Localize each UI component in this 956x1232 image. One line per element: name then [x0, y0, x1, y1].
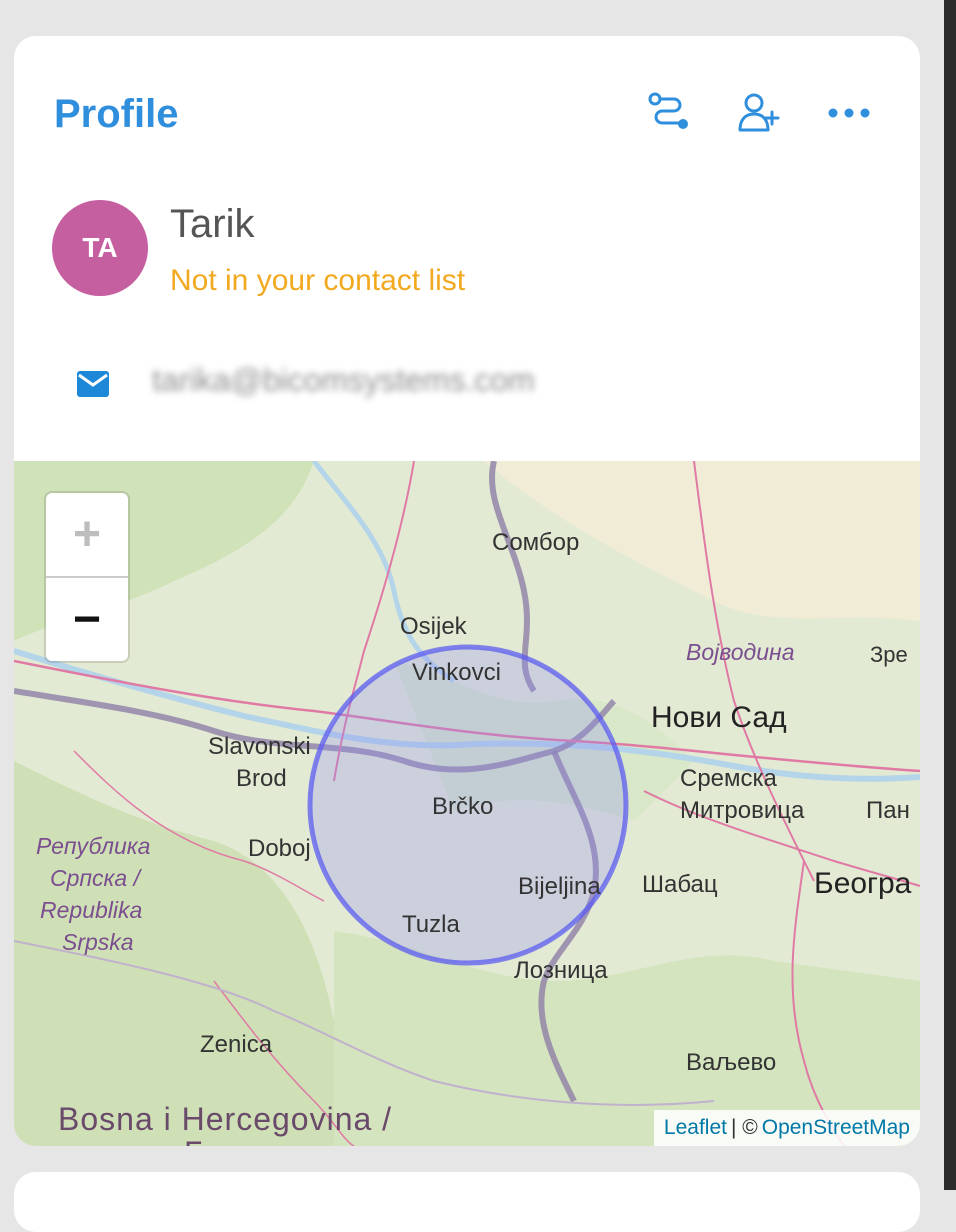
profile-toolbar — [644, 88, 874, 138]
map-label-republika-lat: Republika — [40, 897, 143, 923]
map-label-srpska-cyr: Српска / — [50, 865, 140, 891]
map-label-tuzla: Tuzla — [402, 911, 460, 938]
more-dots-icon — [828, 108, 870, 118]
map-label-valjevo: Ваљево — [686, 1049, 777, 1076]
map-label-bih-lat: Bosna i Hercegovina / — [58, 1101, 393, 1137]
map-label-srpska-lat: Srpska — [62, 929, 134, 955]
map-label-mitrovica: Митровица — [680, 797, 805, 824]
map-label-beograd: Београ — [814, 867, 912, 900]
email-icon — [76, 370, 110, 403]
map-label-osijek: Osijek — [400, 613, 467, 640]
map-label-brcko: Brčko — [432, 793, 494, 820]
route-button[interactable] — [644, 88, 694, 138]
route-icon — [648, 92, 688, 129]
map-label-vojvodina: Војводина — [686, 639, 795, 665]
map-label-zre: Зре — [870, 642, 908, 667]
attribution-separator: | © — [730, 1116, 758, 1139]
add-user-icon — [738, 93, 780, 132]
contact-name: Tarik — [170, 202, 255, 246]
map-label-doboj: Doboj — [248, 835, 311, 862]
map-attribution: Leaflet | © OpenStreetMap — [653, 1110, 920, 1146]
page-title: Profile — [54, 92, 179, 136]
map-label-pan: Пан — [866, 797, 910, 824]
map-label-zenica: Zenica — [200, 1031, 273, 1058]
contact-email[interactable]: tarika@bicomsystems.com — [152, 362, 535, 399]
leaflet-link[interactable]: Leaflet — [664, 1116, 727, 1140]
contact-status: Not in your contact list — [170, 264, 466, 297]
profile-card: Profile TA Tarik Not in your contact lis… — [14, 36, 920, 1146]
map-label-brod: Brod — [236, 765, 287, 792]
map-label-sombor: Сомбор — [492, 529, 580, 556]
map-label-republika-cyr: Република — [36, 833, 151, 859]
map-label-novi-sad: Нови Сад — [651, 701, 787, 734]
openstreetmap-link[interactable]: OpenStreetMap — [762, 1116, 910, 1140]
map-label-loznica: Лозница — [514, 957, 608, 984]
map-label-sremska: Сремска — [680, 765, 777, 792]
zoom-in-button[interactable]: + — [46, 493, 128, 578]
map-label-bijeljina: Bijeljina — [518, 873, 601, 900]
zoom-out-button[interactable]: − — [46, 578, 128, 661]
map-label-slavonski: Slavonski — [208, 733, 311, 760]
zoom-control: + − — [46, 493, 128, 661]
window-edge — [944, 0, 956, 1190]
map-label-bih-cyr: Босна и — [184, 1135, 308, 1146]
more-button[interactable] — [824, 88, 874, 138]
map-label-sabac: Шабац — [642, 871, 718, 898]
location-map[interactable]: Сомбор Osijek Војводина Зре Vinkovci Нов… — [14, 461, 920, 1146]
map-label-vinkovci: Vinkovci — [412, 659, 501, 686]
add-contact-button[interactable] — [734, 88, 784, 138]
next-card — [14, 1172, 920, 1232]
avatar: TA — [52, 200, 148, 296]
